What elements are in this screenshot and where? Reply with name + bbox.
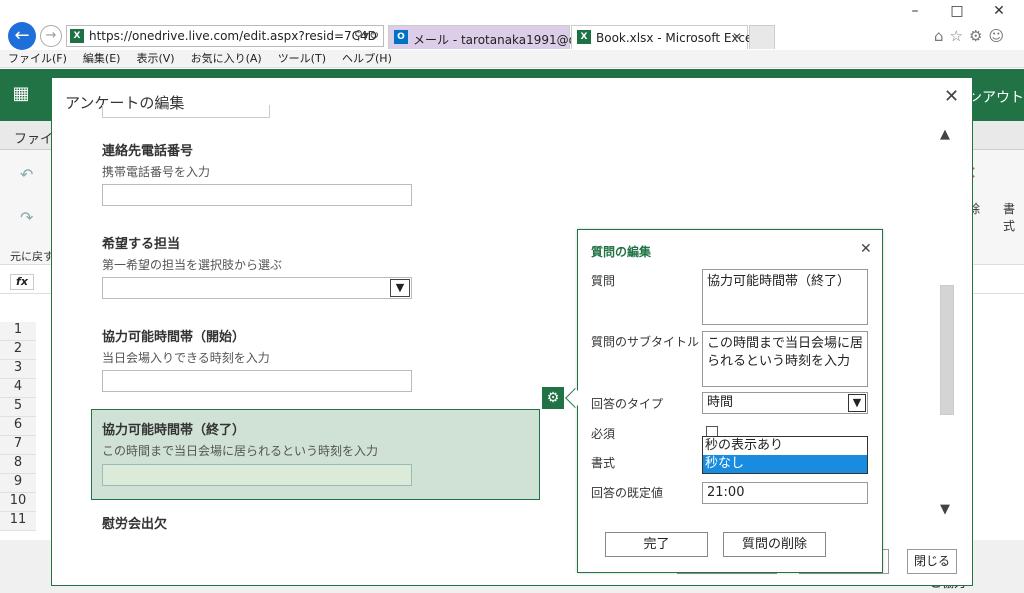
maximize-icon[interactable]: □ — [936, 0, 978, 22]
answer-input[interactable] — [102, 184, 412, 206]
question-label: 質問 — [591, 274, 616, 288]
excel-favicon-icon: X — [70, 29, 84, 43]
ribbon-file-tab[interactable]: ファイ — [14, 128, 53, 147]
question-title[interactable]: 希望する担当 — [102, 233, 180, 252]
question-subtitle: 携帯電話番号を入力 — [102, 165, 211, 179]
tab-excel[interactable]: X Book.xlsx - Microsoft Excel ... ✕ — [571, 25, 771, 49]
row-header[interactable]: 2 — [0, 341, 36, 360]
signout-text[interactable]: ンアウト — [968, 87, 1024, 107]
favorites-star-icon[interactable]: ☆ — [950, 27, 969, 45]
menu-edit[interactable]: 編集(E) — [75, 50, 129, 68]
tab-label: Book.xlsx - Microsoft Excel ... — [596, 31, 771, 45]
chevron-down-icon[interactable]: ▼ — [390, 279, 410, 297]
row-header[interactable]: 4 — [0, 379, 36, 398]
question-subtitle: 当日会場入りできる時刻を入力 — [102, 351, 270, 365]
delete-question-button[interactable]: 質問の削除 — [723, 532, 826, 557]
row-header[interactable]: 6 — [0, 417, 36, 436]
row-header[interactable]: 7 — [0, 436, 36, 455]
undo-icon[interactable]: ↶ — [20, 165, 33, 184]
close-button[interactable]: 閉じる — [907, 549, 957, 574]
url-text: https://onedrive.live.com/edit.aspx?resi… — [89, 29, 377, 43]
default-value-field[interactable]: 21:00 — [702, 482, 868, 504]
choice-select[interactable]: ▼ — [102, 277, 412, 299]
scrollbar-thumb[interactable] — [940, 285, 954, 415]
row-header[interactable]: 8 — [0, 455, 36, 474]
required-label: 必須 — [591, 427, 616, 441]
undo-group-label: 元に戻す — [10, 250, 54, 263]
close-window-icon[interactable]: ✕ — [978, 0, 1020, 22]
question-subtitle: この時間まで当日会場に居られるという時刻を入力 — [102, 444, 379, 458]
minimize-icon[interactable]: – — [894, 0, 936, 22]
menu-view[interactable]: 表示(V) — [128, 50, 182, 68]
gear-icon[interactable]: ⚙ — [542, 387, 564, 409]
previous-answer-input[interactable] — [102, 105, 270, 118]
format-label: 書式 — [591, 456, 616, 470]
menu-file[interactable]: ファイル(F) — [0, 50, 75, 68]
answer-type-value: 時間 — [707, 395, 734, 410]
gear-icon[interactable]: ⚙ — [969, 27, 988, 45]
menu-tools[interactable]: ツール(T) — [270, 50, 334, 68]
row-header[interactable]: 11 — [0, 512, 36, 531]
row-header[interactable]: 3 — [0, 360, 36, 379]
question-subtitle: 第一希望の担当を選択肢から選ぶ — [102, 258, 283, 272]
question-field[interactable]: 協力可能時間帯（終了） — [702, 269, 868, 325]
subtitle-field[interactable]: この時間まで当日会場に居られるという時刻を入力 — [702, 331, 868, 387]
answer-input[interactable] — [102, 464, 412, 486]
question-title[interactable]: 協力可能時間帯（終了） — [102, 419, 245, 438]
subtitle-label: 質問のサブタイトル — [591, 335, 700, 349]
format-option-selected[interactable]: 秒なし — [703, 455, 867, 473]
redo-icon[interactable]: ↷ — [20, 208, 33, 227]
search-icon[interactable]: ⚲▾↻ — [354, 28, 379, 42]
chevron-down-icon[interactable]: ▼ — [848, 394, 866, 412]
app-launcher-icon[interactable]: ▦ — [10, 83, 32, 105]
menu-favorites[interactable]: お気に入り(A) — [183, 50, 270, 68]
address-bar[interactable]: X https://onedrive.live.com/edit.aspx?re… — [66, 25, 384, 47]
menu-help[interactable]: ヘルプ(H) — [334, 50, 400, 68]
forward-button[interactable]: → — [40, 25, 62, 47]
question-title[interactable]: 連絡先電話番号 — [102, 140, 193, 159]
menu-bar: ファイル(F) 編集(E) 表示(V) お気に入り(A) ツール(T) ヘルプ(H) — [0, 50, 1024, 68]
fx-icon[interactable]: fx — [10, 274, 34, 290]
ribbon-format-label: 書式 — [1003, 202, 1016, 233]
format-option[interactable]: 秒の表示あり — [703, 437, 867, 455]
close-icon[interactable]: ✕ — [944, 86, 959, 107]
window-controls: – □ ✕ — [894, 0, 1024, 22]
done-button[interactable]: 完了 — [605, 532, 708, 557]
row-header[interactable]: 10 — [0, 493, 36, 512]
row-header[interactable]: 9 — [0, 474, 36, 493]
answer-type-label: 回答のタイプ — [591, 397, 664, 411]
close-icon[interactable]: ✕ — [860, 241, 872, 257]
row-header[interactable]: 5 — [0, 398, 36, 417]
scroll-up-icon[interactable]: ▲ — [940, 127, 950, 142]
new-tab-button[interactable] — [749, 25, 775, 49]
scroll-down-icon[interactable]: ▼ — [940, 502, 950, 517]
excel-icon: X — [577, 30, 591, 44]
back-button[interactable]: ← — [8, 22, 36, 50]
default-value-label: 回答の既定値 — [591, 486, 664, 500]
browser-icons: ⌂☆⚙☺ — [934, 27, 1010, 45]
tab-outlook[interactable]: O メール - tarotanaka1991@outloo... — [388, 25, 618, 49]
outlook-icon: O — [394, 30, 408, 44]
question-title[interactable]: 協力可能時間帯（開始） — [102, 326, 245, 345]
row-header[interactable]: 1 — [0, 322, 36, 341]
answer-input[interactable] — [102, 370, 412, 392]
smiley-icon[interactable]: ☺ — [988, 27, 1010, 45]
question-title[interactable]: 慰労会出欠 — [102, 513, 167, 532]
close-tab-icon[interactable]: ✕ — [732, 30, 742, 44]
format-dropdown-list[interactable]: 秒の表示あり 秒なし — [702, 436, 868, 474]
home-icon[interactable]: ⌂ — [934, 27, 950, 45]
answer-type-select[interactable]: 時間 ▼ — [702, 392, 868, 414]
panel-title: 質問の編集 — [591, 245, 652, 259]
